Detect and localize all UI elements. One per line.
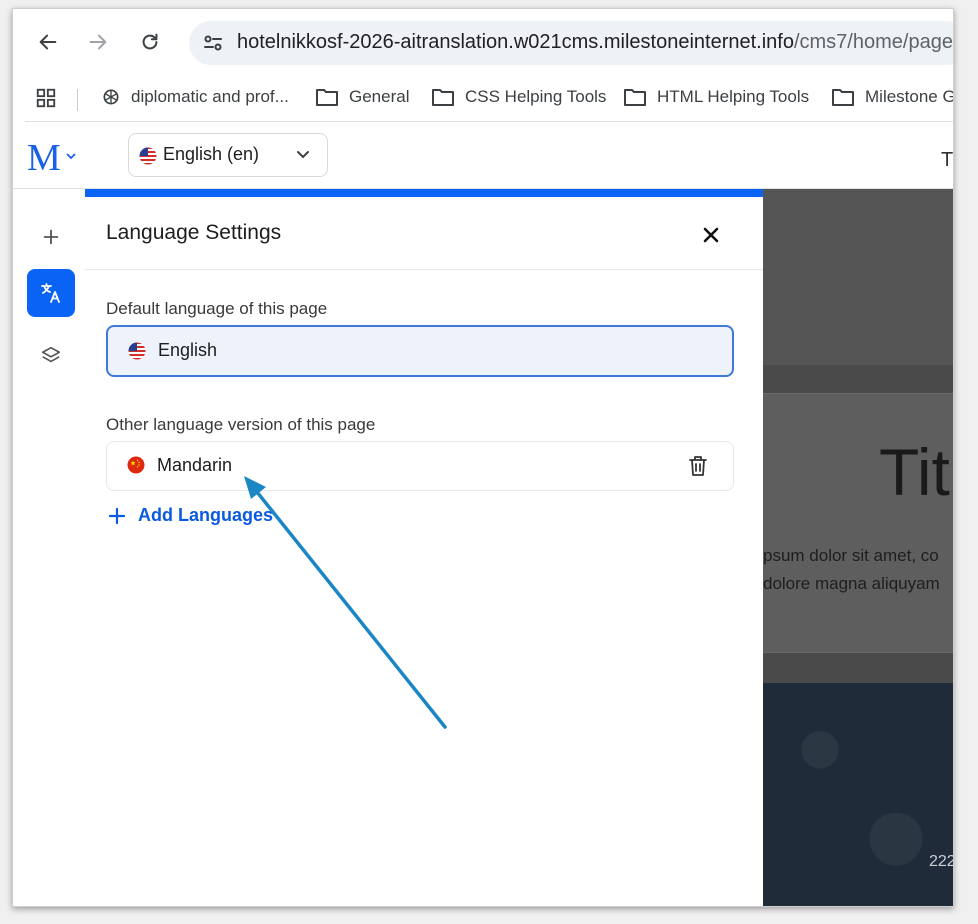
bookmarks-bar: diplomatic and prof... General CSS Helpi… xyxy=(13,75,953,123)
default-language-field[interactable]: English xyxy=(106,325,734,377)
language-selector[interactable]: English (en) xyxy=(128,133,328,177)
plus-icon xyxy=(43,229,59,245)
preview-body-line: dolore magna aliquyam xyxy=(763,574,940,593)
plus-icon xyxy=(108,507,126,524)
translate-icon xyxy=(41,283,60,303)
chevron-down-icon[interactable] xyxy=(65,151,77,161)
trash-icon[interactable] xyxy=(687,454,709,478)
default-language-label: Default language of this page xyxy=(106,299,328,318)
preview-body-line: psum dolor sit amet, co xyxy=(763,546,939,565)
preview-content-card: Tit psum dolor sit amet, co dolore magna… xyxy=(763,393,953,653)
header-right-text: T xyxy=(941,149,954,171)
cms-sidebar xyxy=(13,189,86,906)
bookmark-label: Milestone G xyxy=(865,87,954,106)
layers-button[interactable] xyxy=(27,331,75,379)
bookmark-label: General xyxy=(349,87,410,106)
apps-button[interactable] xyxy=(35,87,67,109)
panel-title: Language Settings xyxy=(106,221,282,244)
language-settings-panel: Language Settings Default language of th… xyxy=(85,189,764,906)
cms-header: M English (en) T xyxy=(13,123,953,189)
language-name: Mandarin xyxy=(157,455,233,475)
add-languages-label: Add Languages xyxy=(138,505,274,525)
chevron-down-icon xyxy=(297,151,309,159)
preview-body: psum dolor sit amet, co dolore magna ali… xyxy=(763,542,940,598)
url-host: hotelnikkosf-2026-aitranslation.w021cms.… xyxy=(237,31,794,53)
bookmark-folder-css[interactable]: CSS Helping Tools xyxy=(431,87,606,107)
layers-icon xyxy=(41,346,61,363)
panel-accent-bar xyxy=(85,189,763,197)
arrow-left-icon xyxy=(39,34,57,50)
preview-title: Tit xyxy=(879,435,950,509)
folder-icon xyxy=(832,89,854,106)
openai-logo-icon xyxy=(103,89,119,105)
bookmark-label: CSS Helping Tools xyxy=(465,87,607,106)
default-language-value: English xyxy=(158,340,218,360)
bookmark-diplomatic[interactable]: diplomatic and prof... xyxy=(101,87,289,107)
bookmark-label: HTML Helping Tools xyxy=(657,87,810,106)
other-language-label: Other language version of this page xyxy=(106,415,376,434)
close-icon xyxy=(703,227,719,243)
milestone-logo[interactable]: M xyxy=(27,139,61,177)
bookmark-label: diplomatic and prof... xyxy=(131,87,289,106)
bookmark-folder-milestone[interactable]: Milestone G xyxy=(831,87,954,107)
preview-dark-section: 222 xyxy=(763,683,953,906)
close-button[interactable] xyxy=(697,221,725,249)
bookmarks-separator xyxy=(77,89,78,111)
reload-icon xyxy=(142,33,158,50)
folder-icon xyxy=(432,89,454,106)
screenshot-frame: hotelnikkosf-2026-aitranslation.w021cms.… xyxy=(12,8,954,907)
folder-icon xyxy=(624,89,646,106)
bookmark-folder-html[interactable]: HTML Helping Tools xyxy=(623,87,809,107)
preview-top-section xyxy=(763,189,953,365)
url-text: hotelnikkosf-2026-aitranslation.w021cms.… xyxy=(237,31,954,54)
preview-footer-number: 222 xyxy=(929,853,953,870)
panel-header: Language Settings xyxy=(85,197,763,270)
reload-button[interactable] xyxy=(137,29,163,55)
apps-grid-icon xyxy=(36,88,56,108)
toolbar-divider xyxy=(25,121,953,122)
language-row-mandarin[interactable]: Mandarin xyxy=(106,441,734,491)
us-flag-icon xyxy=(139,147,157,165)
browser-toolbar: hotelnikkosf-2026-aitranslation.w021cms.… xyxy=(13,9,953,75)
language-selector-label: English (en) xyxy=(163,144,260,164)
translate-button[interactable] xyxy=(27,269,75,317)
forward-button[interactable] xyxy=(85,29,111,55)
bookmark-folder-general[interactable]: General xyxy=(315,87,409,107)
arrow-right-icon xyxy=(89,34,107,50)
folder-icon xyxy=(316,89,338,106)
us-flag-icon xyxy=(128,342,146,360)
china-flag-icon xyxy=(127,456,145,474)
address-bar[interactable]: hotelnikkosf-2026-aitranslation.w021cms.… xyxy=(189,21,954,65)
page-preview: Tit psum dolor sit amet, co dolore magna… xyxy=(763,189,953,906)
add-button[interactable] xyxy=(27,213,75,261)
url-path: /cms7/home/page-s xyxy=(793,31,954,53)
back-button[interactable] xyxy=(35,29,61,55)
site-settings-icon[interactable] xyxy=(201,31,225,55)
add-languages-button[interactable]: Add Languages xyxy=(108,505,273,526)
